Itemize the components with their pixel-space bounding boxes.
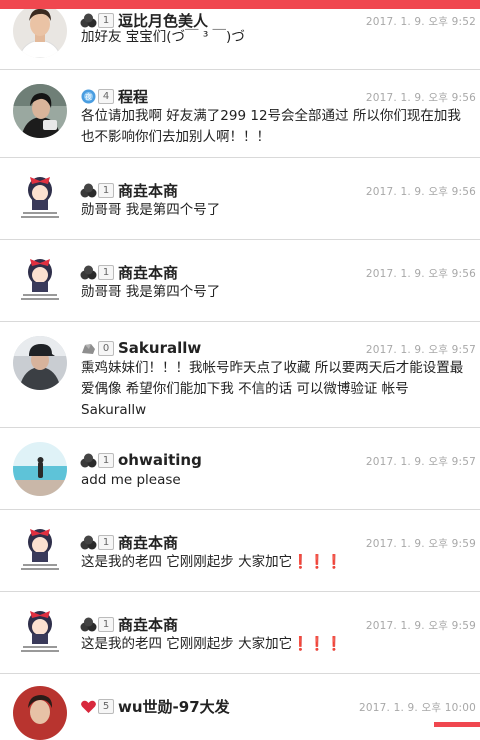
comment-text: 勋哥哥 我是第四个号了 xyxy=(81,284,221,300)
username[interactable]: ohwaiting xyxy=(118,451,202,469)
comment-text: 各位请加我啊 好友满了299 12号会全部通过 所以你们现在加我也不影响你们去加… xyxy=(81,108,461,145)
comment-item[interactable]: 1 商垚本商 2017. 1. 9. 오후 9:59 这是我的老四 它刚刚起步 … xyxy=(0,592,480,674)
rank-badge: 0 xyxy=(80,339,114,357)
comment-text: 加好友 宝宝们(づ￣ ³ ￣)づ xyxy=(81,29,245,45)
rank-level: 1 xyxy=(98,182,114,198)
comment-header: 1 商垚本商 xyxy=(80,179,178,201)
timestamp: 2017. 1. 9. 오후 9:56 xyxy=(365,92,476,104)
timestamp: 2017. 1. 9. 오후 9:56 xyxy=(365,186,476,198)
username[interactable]: 商垚本商 xyxy=(118,614,178,635)
comment-header: 5 wu世勋-97大发 xyxy=(80,695,230,717)
svg-text:夜: 夜 xyxy=(85,92,92,101)
bottom-accent-bar xyxy=(434,722,480,727)
comment-item[interactable]: 5 wu世勋-97大发 2017. 1. 9. 오후 10:00 xyxy=(0,674,480,740)
avatar[interactable] xyxy=(13,442,67,496)
blue-diamond-rank-icon: 夜 xyxy=(81,89,96,103)
comment-text: 这是我的老四 它刚刚起步 大家加它❗️❗️❗️ xyxy=(81,554,343,570)
username[interactable]: 商垚本商 xyxy=(118,180,178,201)
rank-badge: 1 xyxy=(80,533,114,551)
rank-level: 1 xyxy=(98,534,114,550)
avatar[interactable] xyxy=(13,686,67,740)
rank-level: 0 xyxy=(98,340,114,356)
timestamp: 2017. 1. 9. 오후 10:00 xyxy=(358,702,476,714)
rank-level: 1 xyxy=(98,12,114,28)
comment-item[interactable]: 夜 4 程程 2017. 1. 9. 오후 9:56 各位请加我啊 好友满了29… xyxy=(0,70,480,158)
top-accent-bar xyxy=(0,0,480,9)
rank-badge: 5 xyxy=(80,697,114,715)
comment-item[interactable]: 1 商垚本商 2017. 1. 9. 오후 9:56 勋哥哥 我是第四个号了 xyxy=(0,240,480,322)
rank-level: 4 xyxy=(98,88,114,104)
comment-item[interactable]: 1 商垚本商 2017. 1. 9. 오후 9:56 勋哥哥 我是第四个号了 xyxy=(0,158,480,240)
rank-badge: 1 xyxy=(80,451,114,469)
rank-badge: 1 xyxy=(80,263,114,281)
comment-item[interactable]: 1 逗比月色美人 2017. 1. 9. 오후 9:52 加好友 宝宝们(づ￣ … xyxy=(0,0,480,70)
rank-level: 1 xyxy=(98,264,114,280)
stone-rank-icon xyxy=(82,343,95,354)
comment-text: 这是我的老四 它刚刚起步 大家加它❗️❗️❗️ xyxy=(81,636,343,652)
comment-item[interactable]: 1 ohwaiting 2017. 1. 9. 오후 9:57 add me p… xyxy=(0,428,480,510)
comment-text: 勋哥哥 我是第四个号了 xyxy=(81,202,221,218)
comment-text: 熏鸡妹妹们！！！我帐号昨天点了收藏 所以要两天后才能设置最爱偶像 希望你们能加下… xyxy=(81,360,464,418)
avatar[interactable] xyxy=(13,84,67,138)
timestamp: 2017. 1. 9. 오후 9:56 xyxy=(365,268,476,280)
username[interactable]: 商垚本商 xyxy=(118,532,178,553)
username[interactable]: 商垚本商 xyxy=(118,262,178,283)
timestamp: 2017. 1. 9. 오후 9:57 xyxy=(365,456,476,468)
comment-header: 1 商垚本商 xyxy=(80,531,178,553)
avatar[interactable] xyxy=(13,604,67,658)
comment-item[interactable]: 1 商垚本商 2017. 1. 9. 오후 9:59 这是我的老四 它刚刚起步 … xyxy=(0,510,480,592)
red-heart-rank-icon xyxy=(81,700,96,713)
timestamp: 2017. 1. 9. 오후 9:59 xyxy=(365,620,476,632)
avatar[interactable] xyxy=(13,522,67,576)
rank-level: 5 xyxy=(98,698,114,714)
rank-level: 1 xyxy=(98,616,114,632)
rank-badge: 1 xyxy=(80,615,114,633)
comment-header: 1 商垚本商 xyxy=(80,613,178,635)
comment-header: 0 Sakurallw xyxy=(80,337,201,359)
comment-header: 1 ohwaiting xyxy=(80,449,202,471)
comment-header: 1 商垚本商 xyxy=(80,261,178,283)
avatar[interactable] xyxy=(13,336,67,390)
comment-text: add me please xyxy=(81,472,181,488)
comment-item[interactable]: 0 Sakurallw 2017. 1. 9. 오후 9:57 熏鸡妹妹们！！！… xyxy=(0,322,480,428)
coal-rank-icon xyxy=(80,183,97,197)
avatar[interactable] xyxy=(13,170,67,224)
avatar[interactable] xyxy=(13,252,67,306)
timestamp: 2017. 1. 9. 오후 9:57 xyxy=(365,344,476,356)
coal-rank-icon xyxy=(80,535,97,549)
comment-header: 夜 4 程程 xyxy=(80,85,148,107)
coal-rank-icon xyxy=(80,13,97,27)
coal-rank-icon xyxy=(80,265,97,279)
timestamp: 2017. 1. 9. 오후 9:59 xyxy=(365,538,476,550)
username[interactable]: Sakurallw xyxy=(118,339,201,357)
username[interactable]: wu世勋-97大发 xyxy=(118,696,230,717)
coal-rank-icon xyxy=(80,617,97,631)
rank-level: 1 xyxy=(98,452,114,468)
rank-badge: 夜 4 xyxy=(80,87,114,105)
username[interactable]: 程程 xyxy=(118,86,148,107)
avatar[interactable] xyxy=(13,4,67,58)
rank-badge: 1 xyxy=(80,181,114,199)
coal-rank-icon xyxy=(80,453,97,467)
